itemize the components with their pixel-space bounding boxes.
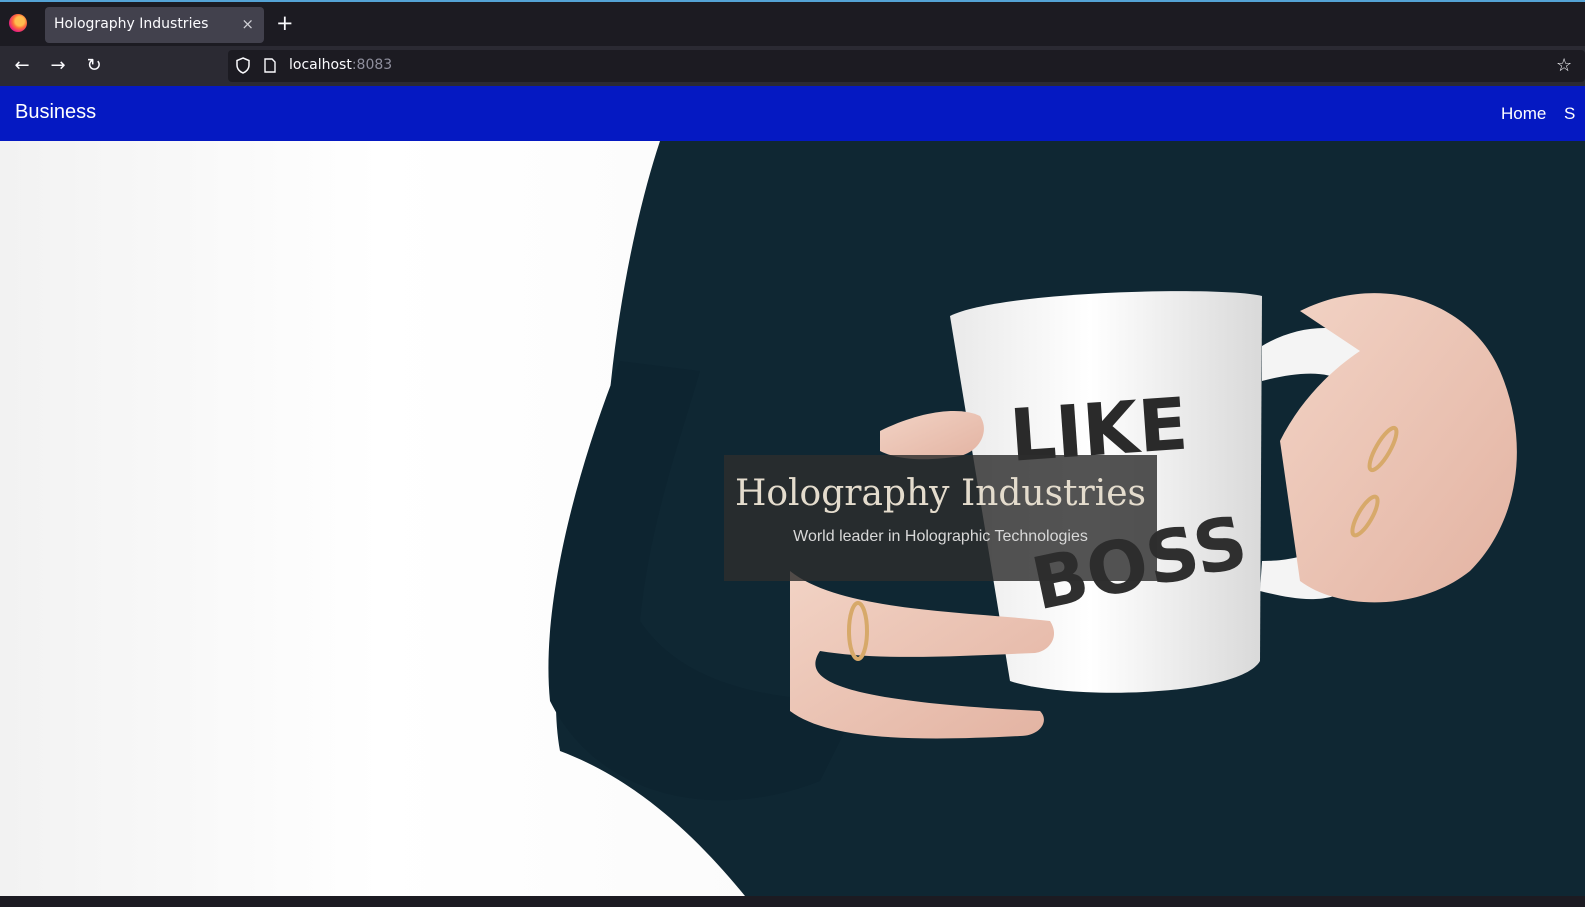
url-port: :8083 xyxy=(351,57,393,73)
website: Business Home S LIKE Holography Industri… xyxy=(0,86,1585,907)
brand-link[interactable]: Business xyxy=(15,101,96,124)
shield-icon[interactable] xyxy=(236,57,250,74)
url-bar[interactable]: localhost:8083 xyxy=(228,50,1585,82)
forward-button[interactable]: → xyxy=(47,55,69,77)
back-button[interactable]: ← xyxy=(11,55,33,77)
hero-caption-box: Holography Industries World leader in Ho… xyxy=(724,455,1157,581)
nav-link-home[interactable]: Home xyxy=(1501,104,1546,124)
firefox-logo-icon xyxy=(9,14,27,32)
bookmark-star-icon[interactable]: ☆ xyxy=(1556,55,1572,76)
hero-subtitle: World leader in Holographic Technologies xyxy=(793,528,1088,545)
nav-link-partial[interactable]: S xyxy=(1564,104,1575,124)
page-bottom-edge xyxy=(0,896,1585,907)
new-tab-button[interactable]: + xyxy=(276,11,294,35)
page-icon xyxy=(264,58,276,73)
browser-tab-bar: Holography Industries × + xyxy=(0,0,1585,46)
browser-tab[interactable]: Holography Industries × xyxy=(45,7,264,43)
site-navbar: Business Home S xyxy=(0,86,1585,141)
url-text[interactable]: localhost:8083 xyxy=(289,57,392,73)
tab-title: Holography Industries xyxy=(54,16,209,32)
reload-button[interactable]: ↻ xyxy=(83,55,105,77)
hero-title: Holography Industries xyxy=(734,473,1147,514)
hero-image: LIKE BOSS Holography Industries World le… xyxy=(0,141,1585,896)
url-host: localhost xyxy=(289,57,352,73)
browser-nav-bar: ← → ↻ localhost:8083 ☆ xyxy=(0,46,1585,86)
close-tab-icon[interactable]: × xyxy=(241,15,254,33)
